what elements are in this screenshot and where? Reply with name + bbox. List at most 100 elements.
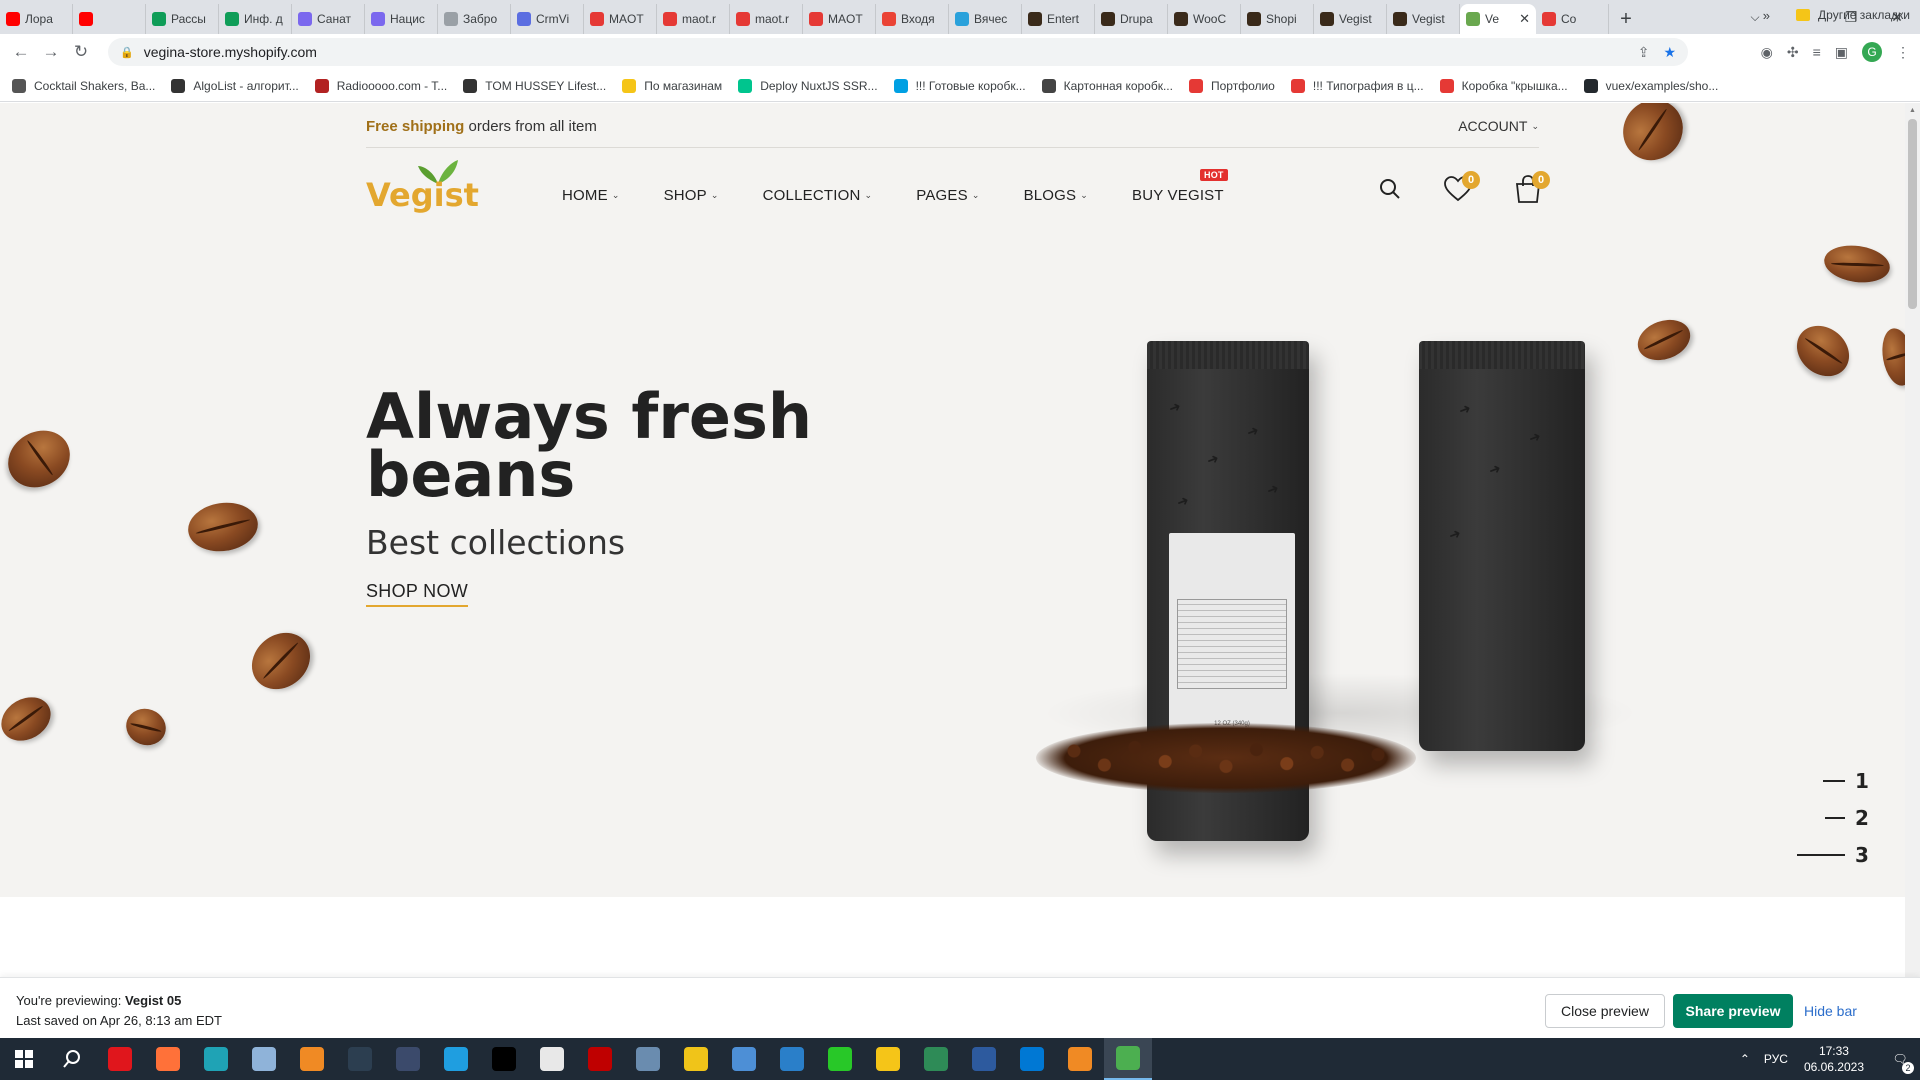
tab-favicon-icon bbox=[1542, 12, 1556, 26]
browser-tab[interactable]: MAOT bbox=[584, 4, 657, 34]
bookmarks-overflow-button[interactable]: » bbox=[1763, 8, 1770, 23]
browser-tab[interactable]: maot.r bbox=[657, 4, 730, 34]
taskbar-app-code-app[interactable] bbox=[528, 1038, 576, 1080]
forward-button[interactable]: → bbox=[36, 37, 66, 67]
browser-tab[interactable]: Shopi bbox=[1241, 4, 1314, 34]
nav-buy-vegist[interactable]: BUY VEGIST HOT bbox=[1132, 168, 1228, 204]
taskbar-app-filezilla[interactable] bbox=[576, 1038, 624, 1080]
nav-blogs[interactable]: BLOGS ⌄ bbox=[1024, 187, 1088, 204]
bookmark-item[interactable]: Radiooooo.com - T... bbox=[314, 78, 447, 93]
bookmark-item[interactable]: Deploy NuxtJS SSR... bbox=[738, 78, 878, 93]
bookmark-item[interactable]: !!! Типография в ц... bbox=[1290, 78, 1424, 93]
browser-tab[interactable]: Entert bbox=[1022, 4, 1095, 34]
browser-tab[interactable]: Vegist bbox=[1314, 4, 1387, 34]
taskbar-app-edge[interactable] bbox=[432, 1038, 480, 1080]
bookmark-item[interactable]: vuex/examples/sho... bbox=[1583, 78, 1718, 93]
bookmark-item[interactable]: !!! Готовые коробк... bbox=[893, 78, 1026, 93]
browser-tab[interactable]: CrmVi bbox=[511, 4, 584, 34]
slide-indicator-3-active[interactable]: 3 bbox=[1797, 843, 1869, 867]
taskbar-app-app-headphones[interactable] bbox=[288, 1038, 336, 1080]
store-logo[interactable]: Vegist bbox=[366, 158, 479, 218]
back-button[interactable]: ← bbox=[6, 37, 36, 67]
menu-kebab-icon[interactable]: ⋮ bbox=[1896, 44, 1910, 61]
taskbar-app-vscode[interactable] bbox=[1008, 1038, 1056, 1080]
slide-indicator-1[interactable]: 1 bbox=[1823, 769, 1869, 793]
taskbar-app-opera[interactable] bbox=[96, 1038, 144, 1080]
taskbar-app-photos[interactable] bbox=[768, 1038, 816, 1080]
taskbar-app-powershell[interactable] bbox=[960, 1038, 1008, 1080]
browser-tab[interactable]: maot.r bbox=[730, 4, 803, 34]
browser-tab[interactable]: Рассы bbox=[146, 4, 219, 34]
browser-tab[interactable]: Инф. д bbox=[219, 4, 292, 34]
taskbar-app-color-app[interactable] bbox=[672, 1038, 720, 1080]
bookmark-item[interactable]: TOM HUSSEY Lifest... bbox=[463, 78, 606, 93]
reading-list-icon[interactable]: ≡ bbox=[1813, 44, 1821, 60]
browser-tab[interactable]: Co bbox=[1536, 4, 1609, 34]
browser-tab[interactable]: Санат bbox=[292, 4, 365, 34]
taskbar-app-explorer[interactable] bbox=[864, 1038, 912, 1080]
wishlist-button[interactable]: 0 bbox=[1438, 169, 1480, 209]
taskbar-app-firefox[interactable] bbox=[144, 1038, 192, 1080]
account-menu[interactable]: ACCOUNT ⌄ bbox=[1458, 118, 1539, 134]
side-panel-icon[interactable]: ▣ bbox=[1835, 44, 1848, 61]
other-bookmarks-folder[interactable]: Другие закладки bbox=[1796, 8, 1910, 22]
share-preview-button[interactable]: Share preview bbox=[1673, 994, 1793, 1028]
search-button[interactable] bbox=[1370, 169, 1410, 209]
reload-button[interactable]: ↻ bbox=[66, 37, 96, 67]
start-button[interactable] bbox=[0, 1038, 48, 1080]
tray-chevron-up-icon[interactable]: ⌃ bbox=[1740, 1052, 1750, 1066]
clock[interactable]: 17:33 06.06.2023 bbox=[1804, 1043, 1864, 1075]
scrollbar-thumb[interactable] bbox=[1908, 119, 1917, 309]
share-icon[interactable]: ⇪ bbox=[1638, 44, 1650, 61]
browser-tab[interactable]: Вячес bbox=[949, 4, 1022, 34]
puzzle-extensions-icon[interactable]: ✣ bbox=[1787, 44, 1799, 61]
taskbar-app-app-teal[interactable] bbox=[192, 1038, 240, 1080]
cart-button[interactable]: 0 bbox=[1508, 169, 1550, 209]
browser-tab[interactable]: Входя bbox=[876, 4, 949, 34]
page-scrollbar[interactable]: ▲ ▼ bbox=[1905, 103, 1920, 1038]
nav-shop[interactable]: SHOP ⌄ bbox=[664, 187, 719, 204]
close-tab-icon[interactable]: ✕ bbox=[1519, 11, 1530, 27]
bookmark-item[interactable]: Портфолио bbox=[1188, 78, 1275, 93]
address-bar[interactable]: 🔒 vegina-store.myshopify.com ⇪ ★ bbox=[108, 38, 1688, 66]
browser-tab[interactable]: Забро bbox=[438, 4, 511, 34]
taskbar-app-sheets[interactable] bbox=[912, 1038, 960, 1080]
browser-tab-active[interactable]: Ve ✕ bbox=[1460, 4, 1536, 34]
profile-avatar[interactable]: G bbox=[1862, 42, 1882, 62]
browser-tab[interactable]: Drupa bbox=[1095, 4, 1168, 34]
taskbar-app-app-disk[interactable] bbox=[384, 1038, 432, 1080]
slide-indicator-2[interactable]: 2 bbox=[1825, 806, 1869, 830]
bookmark-star-icon[interactable]: ★ bbox=[1663, 44, 1676, 61]
close-preview-button[interactable]: Close preview bbox=[1545, 994, 1665, 1028]
browser-tab[interactable] bbox=[73, 4, 146, 34]
browser-tab[interactable]: Лора bbox=[0, 4, 73, 34]
bookmark-item[interactable]: По магазинам bbox=[622, 78, 722, 93]
bookmark-item[interactable]: Cocktail Shakers, Ba... bbox=[12, 78, 155, 93]
bookmark-item[interactable]: Картонная коробк... bbox=[1041, 78, 1173, 93]
browser-tab[interactable]: MAOT bbox=[803, 4, 876, 34]
taskbar-app-network[interactable] bbox=[720, 1038, 768, 1080]
browser-tab[interactable]: WooC bbox=[1168, 4, 1241, 34]
input-language[interactable]: РУС bbox=[1764, 1052, 1788, 1066]
browser-tab[interactable]: Vegist bbox=[1387, 4, 1460, 34]
search-button[interactable] bbox=[48, 1038, 96, 1080]
hide-bar-link[interactable]: Hide bar bbox=[1804, 994, 1857, 1028]
scroll-up-arrow-icon[interactable]: ▲ bbox=[1905, 103, 1920, 117]
nav-home[interactable]: HOME ⌄ bbox=[562, 187, 620, 204]
nav-pages[interactable]: PAGES ⌄ bbox=[916, 187, 979, 204]
shop-now-link[interactable]: SHOP NOW bbox=[366, 581, 469, 607]
bookmark-item[interactable]: AlgoList - алгорит... bbox=[171, 78, 299, 93]
taskbar-app-icq[interactable] bbox=[816, 1038, 864, 1080]
extension-icon[interactable]: ◉ bbox=[1761, 44, 1773, 61]
taskbar-app-terminal[interactable] bbox=[480, 1038, 528, 1080]
taskbar-app-app-notes[interactable] bbox=[240, 1038, 288, 1080]
bookmark-item[interactable]: Коробка "крышка... bbox=[1439, 78, 1568, 93]
taskbar-app-sublime[interactable] bbox=[1056, 1038, 1104, 1080]
taskbar-app-chrome[interactable] bbox=[1104, 1038, 1152, 1080]
new-tab-button[interactable]: + bbox=[1609, 4, 1643, 34]
browser-tab[interactable]: Нацис bbox=[365, 4, 438, 34]
taskbar-app-calculator[interactable] bbox=[624, 1038, 672, 1080]
notifications-button[interactable]: 🗨 2 bbox=[1880, 1038, 1920, 1080]
taskbar-app-hs[interactable] bbox=[336, 1038, 384, 1080]
nav-collection[interactable]: COLLECTION ⌄ bbox=[763, 187, 873, 204]
